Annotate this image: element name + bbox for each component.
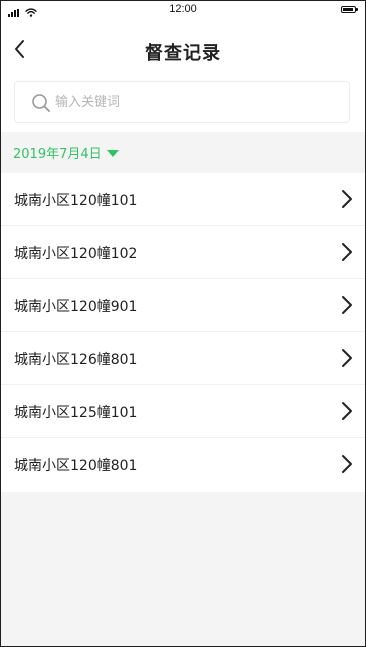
search-box[interactable] [14, 81, 350, 123]
search-section [1, 79, 365, 132]
list-item[interactable]: 城南小区120幢801 [1, 438, 365, 492]
phone-frame: 12:00 督查记录 2019年7月4日 城南小区120幢101 [0, 0, 366, 647]
list-item-label: 城南小区120幢901 [14, 299, 138, 315]
list-item-label: 城南小区120幢102 [14, 246, 138, 262]
list-item[interactable]: 城南小区120幢101 [1, 173, 365, 226]
date-filter-bar: 2019年7月4日 [1, 132, 365, 173]
date-filter-button[interactable]: 2019年7月4日 [13, 143, 119, 162]
list-item[interactable]: 城南小区126幢801 [1, 332, 365, 385]
status-bar: 12:00 [1, 1, 365, 19]
chevron-right-icon [342, 296, 352, 314]
chevron-right-icon [342, 243, 352, 261]
list-item-label: 城南小区126幢801 [14, 352, 138, 368]
nav-bar: 督查记录 [1, 19, 365, 79]
status-time: 12:00 [169, 3, 197, 15]
list-item[interactable]: 城南小区125幢101 [1, 385, 365, 438]
list-item-label: 城南小区120幢801 [14, 458, 138, 474]
chevron-right-icon [342, 349, 352, 367]
chevron-right-icon [342, 402, 352, 420]
date-label: 2019年7月4日 [13, 147, 102, 162]
search-icon [32, 94, 50, 112]
caret-down-icon [106, 150, 119, 157]
battery-level [343, 8, 353, 11]
chevron-right-icon [342, 455, 352, 473]
list-item[interactable]: 城南小区120幢102 [1, 226, 365, 279]
list-item-label: 城南小区120幢101 [14, 193, 138, 209]
page-title: 督查记录 [145, 43, 221, 64]
chevron-right-icon [342, 190, 352, 208]
search-input[interactable] [55, 82, 335, 122]
list-item[interactable]: 城南小区120幢901 [1, 279, 365, 332]
record-list: 城南小区120幢101 城南小区120幢102 城南小区120幢901 城南小区… [1, 173, 365, 492]
battery-icon [341, 6, 358, 13]
list-item-label: 城南小区125幢101 [14, 405, 138, 421]
